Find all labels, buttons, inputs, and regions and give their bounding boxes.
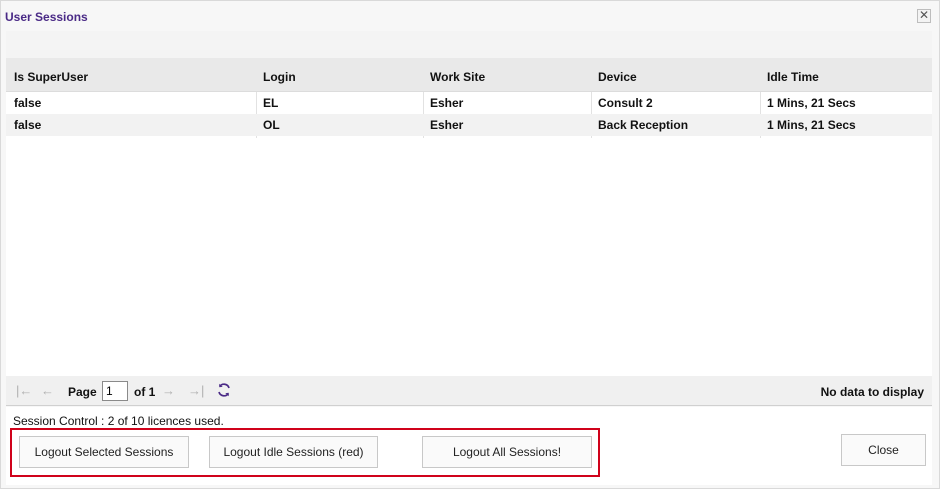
page-number-input[interactable] (102, 381, 128, 401)
column-header-login[interactable]: Login (263, 70, 296, 84)
dialog-title: User Sessions (5, 10, 88, 24)
session-control-text: Session Control : 2 of 10 licences used. (13, 414, 224, 428)
column-header-idle-time[interactable]: Idle Time (767, 70, 819, 84)
cell-idle-time: 1 Mins, 21 Secs (767, 96, 856, 110)
next-page-icon[interactable]: → (162, 383, 175, 398)
page-count-label: of 1 (134, 385, 156, 399)
table-row[interactable]: false EL Esher Consult 2 1 Mins, 21 Secs (6, 92, 932, 114)
title-bar: User Sessions ✕ (1, 1, 939, 31)
refresh-icon[interactable] (216, 382, 232, 398)
sessions-grid: Is SuperUser Login Work Site Device Idle… (6, 58, 932, 376)
close-button[interactable]: Close (841, 434, 926, 466)
cell-login: EL (263, 96, 279, 110)
cell-is-superuser: false (14, 118, 42, 132)
column-header-work-site[interactable]: Work Site (430, 70, 485, 84)
cell-device: Consult 2 (598, 96, 653, 110)
session-control-footer: Session Control : 2 of 10 licences used.… (6, 407, 932, 485)
cell-login: OL (263, 118, 280, 132)
user-sessions-dialog: User Sessions ✕ Is SuperUser Login Work … (0, 0, 940, 489)
cell-is-superuser: false (14, 96, 42, 110)
grid-header: Is SuperUser Login Work Site Device Idle… (6, 58, 932, 92)
logout-selected-button[interactable]: Logout Selected Sessions (19, 436, 189, 468)
cell-work-site: Esher (430, 96, 464, 110)
first-page-icon[interactable]: |← (16, 383, 32, 398)
logout-idle-button[interactable]: Logout Idle Sessions (red) (209, 436, 378, 468)
cell-device: Back Reception (598, 118, 689, 132)
pager-bar: |← ← Page of 1 → →| No data to display (6, 376, 932, 406)
table-row[interactable]: false OL Esher Back Reception 1 Mins, 21… (6, 114, 932, 136)
logout-all-button[interactable]: Logout All Sessions! (422, 436, 592, 468)
last-page-icon[interactable]: →| (188, 383, 204, 398)
column-header-device[interactable]: Device (598, 70, 637, 84)
logout-button-group: Logout Selected Sessions Logout Idle Ses… (10, 428, 600, 477)
pager-status: No data to display (820, 385, 924, 399)
cell-idle-time: 1 Mins, 21 Secs (767, 118, 856, 132)
cell-work-site: Esher (430, 118, 464, 132)
close-icon[interactable]: ✕ (917, 9, 931, 23)
column-header-is-superuser[interactable]: Is SuperUser (14, 70, 88, 84)
grid-toolbar (6, 31, 932, 58)
prev-page-icon[interactable]: ← (41, 383, 54, 398)
page-label: Page (68, 385, 97, 399)
